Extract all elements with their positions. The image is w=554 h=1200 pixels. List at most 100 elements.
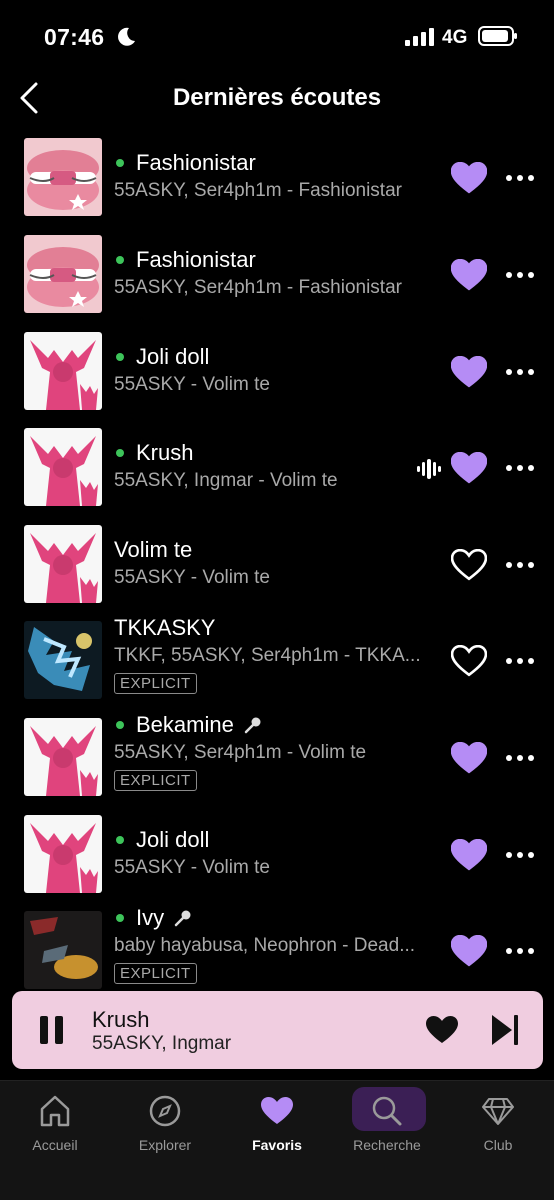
- track-subtitle: 55ASKY, Ser4ph1m - Volim te: [114, 742, 367, 763]
- track-subtitle: 55ASKY, Ser4ph1m - Fashionistar: [114, 277, 402, 298]
- album-cover: [24, 621, 102, 699]
- album-cover: [24, 718, 102, 796]
- more-options-button[interactable]: [505, 270, 535, 280]
- track-row[interactable]: Volim te 55ASKY - Volim te: [0, 525, 554, 621]
- tab-accueil[interactable]: Accueil: [0, 1081, 110, 1171]
- album-cover: [24, 525, 102, 603]
- search-icon: [372, 1096, 402, 1126]
- track-title-line: Volim te: [114, 537, 192, 563]
- more-options-button[interactable]: [505, 367, 535, 377]
- track-row[interactable]: Krush 55ASKY, Ingmar - Volim te: [0, 428, 554, 524]
- track-title: Ivy: [136, 905, 165, 930]
- liked-heart-button[interactable]: [451, 742, 487, 774]
- more-options-button[interactable]: [505, 656, 535, 666]
- liked-heart-button[interactable]: [451, 356, 487, 388]
- pause-button[interactable]: [39, 1015, 65, 1045]
- more-options-button[interactable]: [505, 560, 535, 570]
- track-subtitle: 55ASKY - Volim te: [114, 567, 270, 588]
- tab-label: Club: [483, 1137, 513, 1153]
- like-heart-button[interactable]: [451, 549, 487, 581]
- track-title-line: Krush: [114, 440, 193, 466]
- track-subtitle: 55ASKY, Ingmar - Volim te: [114, 470, 338, 491]
- track-subtitle: 55ASKY, Ser4ph1m - Fashionistar: [114, 180, 402, 201]
- more-options-button[interactable]: [505, 850, 535, 860]
- track-title: Fashionistar: [136, 247, 256, 272]
- tab-recherche[interactable]: Recherche: [332, 1081, 442, 1171]
- track-subtitle: TKKF, 55ASKY, Ser4ph1m - TKKA...: [114, 645, 421, 666]
- tab-explorer[interactable]: Explorer: [110, 1081, 220, 1171]
- lyrics-icon: [244, 717, 261, 734]
- track-subtitle: 55ASKY - Volim te: [114, 374, 270, 395]
- album-cover: [24, 911, 102, 989]
- track-title-line: Joli doll: [114, 344, 209, 370]
- battery-icon: [478, 26, 517, 46]
- track-title-line: Bekamine: [114, 712, 262, 738]
- track-title: Krush: [136, 440, 194, 465]
- album-cover: [24, 332, 102, 410]
- tab-label: Accueil: [32, 1137, 78, 1153]
- track-title-line: Fashionistar: [114, 150, 256, 176]
- track-title: Joli doll: [136, 344, 210, 369]
- tab-club[interactable]: Club: [443, 1081, 553, 1171]
- album-cover: [24, 235, 102, 313]
- track-title: Fashionistar: [136, 150, 256, 175]
- liked-heart-button[interactable]: [451, 452, 487, 484]
- liked-heart-button[interactable]: [451, 259, 487, 291]
- compass-icon: [149, 1095, 181, 1127]
- track-row[interactable]: TKKASKY TKKF, 55ASKY, Ser4ph1m - TKKA... E…: [0, 615, 554, 717]
- liked-heart-button[interactable]: [451, 162, 487, 194]
- track-subtitle: 55ASKY - Volim te: [114, 857, 270, 878]
- track-row[interactable]: Joli doll 55ASKY - Volim te: [0, 332, 554, 428]
- track-title-line: Ivy: [114, 905, 192, 931]
- track-row[interactable]: Fashionistar 55ASKY, Ser4ph1m - Fashionis…: [0, 138, 554, 234]
- liked-heart-button[interactable]: [451, 935, 487, 967]
- mini-player[interactable]: Krush 55ASKY, Ingmar: [12, 991, 543, 1069]
- track-subtitle: baby hayabusa, Neophron - Dead...: [114, 935, 416, 956]
- downloaded-dot: [116, 836, 124, 844]
- track-title-line: Fashionistar: [114, 247, 256, 273]
- page-title: Dernières écoutes: [172, 84, 382, 111]
- downloaded-dot: [116, 159, 124, 167]
- downloaded-dot: [116, 914, 124, 922]
- album-cover: [24, 428, 102, 506]
- track-title: Volim te: [114, 537, 193, 562]
- heart-icon: [261, 1097, 293, 1124]
- more-options-button[interactable]: [505, 753, 535, 763]
- now-playing-icon: [417, 459, 441, 479]
- downloaded-dot: [116, 449, 124, 457]
- downloaded-dot: [116, 256, 124, 264]
- home-icon: [40, 1095, 70, 1127]
- lyrics-icon: [174, 910, 191, 927]
- explicit-badge: EXPLICIT: [114, 770, 197, 791]
- player-artist: 55ASKY, Ingmar: [92, 1033, 232, 1054]
- like-heart-button[interactable]: [451, 645, 487, 677]
- track-title: Bekamine: [136, 712, 234, 737]
- signal-icon: [405, 28, 434, 46]
- track-title-line: TKKASKY: [114, 615, 215, 641]
- tab-label: Recherche: [353, 1137, 421, 1153]
- downloaded-dot: [116, 721, 124, 729]
- tab-label: Favoris: [252, 1137, 302, 1153]
- player-like-button[interactable]: [425, 1015, 459, 1045]
- status-time: 07:46: [44, 24, 105, 50]
- track-title-line: Joli doll: [114, 827, 209, 853]
- explicit-badge: EXPLICIT: [114, 963, 197, 984]
- moon-icon: [118, 27, 135, 46]
- tab-favoris[interactable]: Favoris: [222, 1081, 426, 1171]
- more-options-button[interactable]: [505, 463, 535, 473]
- track-row[interactable]: Fashionistar 55ASKY, Ser4ph1m - Fashionis…: [0, 235, 554, 331]
- downloaded-dot: [116, 353, 124, 361]
- tab-label: Explorer: [138, 1137, 192, 1153]
- album-cover: [24, 815, 102, 893]
- track-row[interactable]: Joli doll 55ASKY - Volim te: [0, 815, 554, 911]
- liked-heart-button[interactable]: [451, 839, 487, 871]
- album-cover: [24, 138, 102, 216]
- track-row[interactable]: Bekamine 55ASKY, Ser4ph1m - Volim te EXPLI…: [0, 712, 554, 814]
- next-button[interactable]: [490, 1013, 520, 1047]
- more-options-button[interactable]: [505, 946, 535, 956]
- more-options-button[interactable]: [505, 173, 535, 183]
- player-title: Krush: [92, 1007, 150, 1032]
- diamond-icon: [482, 1098, 514, 1125]
- status-bar: 07:46 4G: [0, 0, 554, 74]
- network-type: 4G: [442, 27, 468, 48]
